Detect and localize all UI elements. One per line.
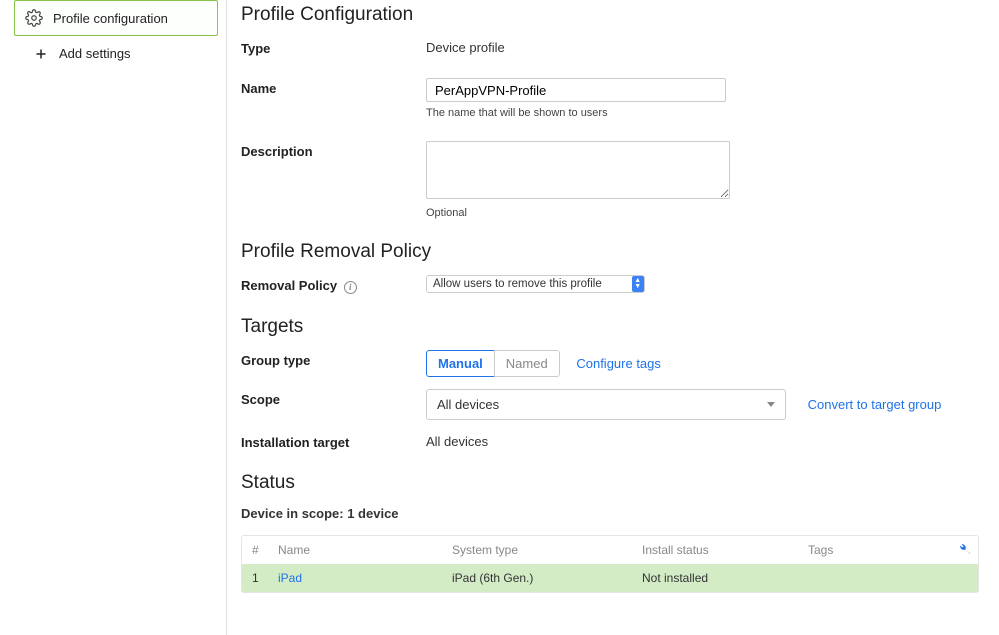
section-heading-removal: Profile Removal Policy [241, 241, 979, 263]
scope-value: All devices [437, 397, 499, 412]
table-row[interactable]: 1 iPad iPad (6th Gen.) Not installed [242, 564, 978, 592]
col-header-name: Name [278, 543, 452, 557]
link-configure-tags[interactable]: Configure tags [576, 356, 661, 371]
col-header-install-status: Install status [642, 543, 808, 557]
helper-description: Optional [426, 207, 979, 219]
col-header-tags: Tags [808, 543, 974, 557]
value-installation-target: All devices [426, 432, 488, 449]
label-name: Name [241, 81, 276, 96]
plus-icon [34, 47, 48, 61]
sidebar-item-profile-configuration[interactable]: Profile configuration [14, 0, 218, 36]
cell-system-type: iPad (6th Gen.) [452, 571, 642, 585]
label-group-type: Group type [241, 353, 310, 368]
tab-named[interactable]: Named [494, 350, 560, 377]
table-header: # Name System type Install status Tags [242, 536, 978, 564]
section-heading-profile-configuration: Profile Configuration [241, 4, 979, 26]
label-description: Description [241, 144, 313, 159]
wrench-icon[interactable] [956, 542, 970, 559]
value-type: Device profile [426, 38, 505, 55]
select-arrows-icon: ▲▼ [632, 276, 644, 292]
cell-name-link[interactable]: iPad [278, 571, 452, 585]
sidebar-item-add-settings[interactable]: Add settings [14, 36, 218, 61]
label-type: Type [241, 41, 270, 56]
name-field[interactable] [426, 78, 726, 102]
col-header-system-type: System type [452, 543, 642, 557]
description-field[interactable] [426, 141, 730, 199]
label-scope: Scope [241, 392, 280, 407]
col-header-number: # [246, 543, 278, 557]
scope-select[interactable]: All devices [426, 389, 786, 420]
cell-install-status: Not installed [642, 571, 808, 585]
gear-icon [25, 9, 43, 27]
helper-name: The name that will be shown to users [426, 107, 979, 119]
label-removal-policy: Removal Policy [241, 278, 337, 293]
section-heading-status: Status [241, 472, 979, 494]
cell-number: 1 [246, 571, 278, 585]
status-device-count: Device in scope: 1 device [241, 506, 979, 521]
chevron-down-icon [767, 402, 775, 407]
link-convert-to-target-group[interactable]: Convert to target group [808, 397, 942, 412]
removal-policy-select[interactable]: Allow users to remove this profile ▲▼ [426, 275, 645, 293]
label-installation-target: Installation target [241, 435, 349, 450]
info-icon[interactable]: i [344, 281, 357, 294]
sidebar-item-label: Profile configuration [53, 11, 168, 26]
tab-manual[interactable]: Manual [426, 350, 494, 377]
section-heading-targets: Targets [241, 316, 979, 338]
removal-policy-value: Allow users to remove this profile [433, 278, 602, 290]
sidebar-item-label: Add settings [59, 46, 131, 61]
cell-tags [808, 571, 974, 585]
